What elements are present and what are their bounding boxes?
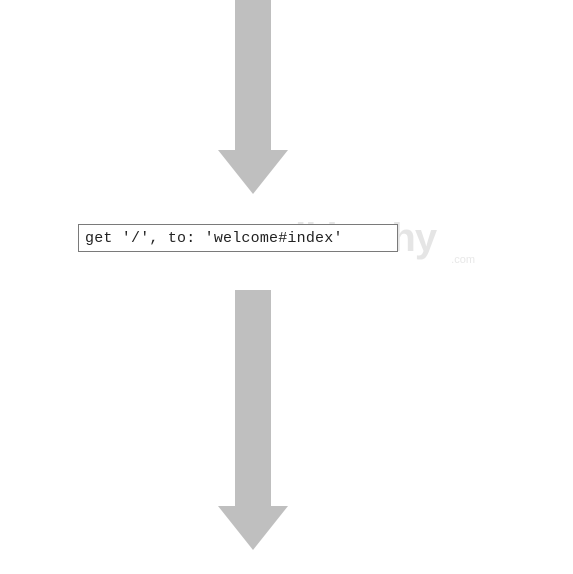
arrow-shaft [235,0,271,150]
arrow-head [218,506,288,550]
arrow-down-icon [218,290,288,550]
arrow-down-icon [218,0,288,194]
code-snippet-text: get '/', to: 'welcome#index' [85,230,343,247]
watermark-suffix: .com [451,254,475,266]
code-snippet-box: get '/', to: 'welcome#index' [78,224,398,252]
arrow-head [218,150,288,194]
diagram-canvas: wikitechy .com get '/', to: 'welcome#ind… [0,0,573,574]
arrow-shaft [235,290,271,506]
